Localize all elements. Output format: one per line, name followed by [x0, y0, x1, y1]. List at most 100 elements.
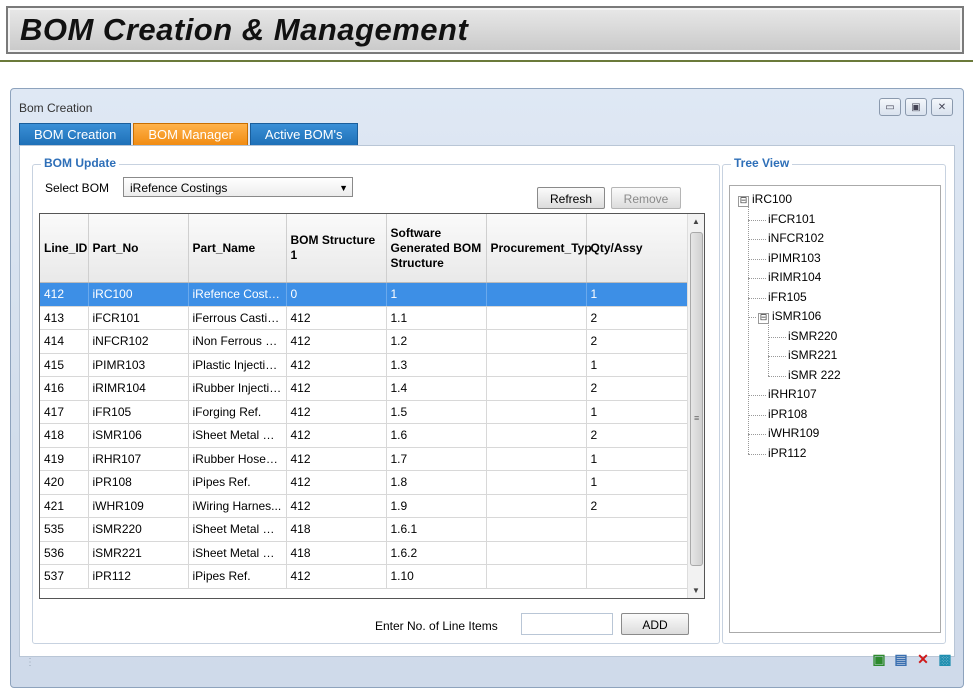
delete-icon[interactable]: ✕: [915, 651, 931, 667]
cell-software-bom[interactable]: 1.6: [386, 423, 487, 448]
cell-bom-structure[interactable]: 412: [286, 494, 387, 518]
cell-procurement[interactable]: [486, 470, 587, 495]
cell-procurement[interactable]: [486, 400, 587, 424]
table-row[interactable]: 412 iRC100 iRefence Costin... 0 1 1: [40, 282, 689, 307]
cell-qty[interactable]: 1: [586, 447, 689, 471]
table-row[interactable]: 415 iPIMR103 iPlastic Injectio... 412 1.3 1: [40, 353, 689, 377]
cell-procurement[interactable]: [486, 376, 587, 401]
table-row[interactable]: 420 iPR108 iPipes Ref. 412 1.8 1: [40, 470, 689, 495]
line-items-input[interactable]: [521, 613, 613, 635]
cell-bom-structure[interactable]: 418: [286, 541, 387, 565]
tree-node[interactable]: ⊟ iRC100: [738, 192, 792, 207]
cell-part-name[interactable]: iPipes Ref.: [188, 564, 287, 589]
remove-button[interactable]: Remove: [611, 187, 681, 209]
tree-node[interactable]: iSMR 222: [788, 368, 841, 382]
cell-part-name[interactable]: iRubber Hoses ...: [188, 447, 287, 471]
cell-part-name[interactable]: iWiring Harnes...: [188, 494, 287, 518]
cell-bom-structure[interactable]: 412: [286, 376, 387, 401]
cell-procurement[interactable]: [486, 282, 587, 307]
cell-line-id[interactable]: 535: [40, 517, 89, 542]
col-header-part-name[interactable]: Part_Name: [188, 214, 287, 283]
cell-line-id[interactable]: 413: [40, 306, 89, 330]
col-header-line-id[interactable]: Line_ID: [40, 214, 89, 283]
cell-bom-structure[interactable]: 412: [286, 306, 387, 330]
cell-part-no[interactable]: iPR108: [88, 470, 189, 495]
cell-qty[interactable]: 1: [586, 353, 689, 377]
cell-software-bom[interactable]: 1.1: [386, 306, 487, 330]
cell-qty[interactable]: 1: [586, 400, 689, 424]
cell-line-id[interactable]: 417: [40, 400, 89, 424]
cell-line-id[interactable]: 420: [40, 470, 89, 495]
cell-bom-structure[interactable]: 0: [286, 282, 387, 307]
table-row[interactable]: 413 iFCR101 iFerrous Castin... 412 1.1 2: [40, 306, 689, 330]
cell-line-id[interactable]: 536: [40, 541, 89, 565]
table-row[interactable]: 419 iRHR107 iRubber Hoses ... 412 1.7 1: [40, 447, 689, 471]
cell-line-id[interactable]: 419: [40, 447, 89, 471]
cell-line-id[interactable]: 537: [40, 564, 89, 589]
cell-procurement[interactable]: [486, 306, 587, 330]
tree-node[interactable]: iPIMR103: [768, 251, 821, 265]
cell-part-no[interactable]: iSMR221: [88, 541, 189, 565]
tree-node[interactable]: ⊟ iSMR106: [758, 309, 821, 324]
cell-software-bom[interactable]: 1.3: [386, 353, 487, 377]
cell-bom-structure[interactable]: 412: [286, 329, 387, 354]
cell-line-id[interactable]: 414: [40, 329, 89, 354]
cell-software-bom[interactable]: 1.9: [386, 494, 487, 518]
cell-part-name[interactable]: iSheet Metal Re...: [188, 541, 287, 565]
tree-node[interactable]: iFCR101: [768, 212, 815, 226]
table-row[interactable]: 417 iFR105 iForging Ref. 412 1.5 1: [40, 400, 689, 424]
table-row[interactable]: 418 iSMR106 iSheet Metal Ref. 412 1.6 2: [40, 423, 689, 448]
cell-part-name[interactable]: iRefence Costin...: [188, 282, 287, 307]
table-row[interactable]: 414 iNFCR102 iNon Ferrous C... 412 1.2 2: [40, 329, 689, 354]
cell-software-bom[interactable]: 1.4: [386, 376, 487, 401]
cell-procurement[interactable]: [486, 447, 587, 471]
cell-qty[interactable]: 2: [586, 494, 689, 518]
tree-node[interactable]: iPR112: [768, 446, 806, 460]
tree-node[interactable]: iSMR220: [788, 329, 837, 343]
cell-part-no[interactable]: iNFCR102: [88, 329, 189, 354]
cell-qty[interactable]: [586, 564, 689, 589]
cell-bom-structure[interactable]: 418: [286, 517, 387, 542]
cell-part-no[interactable]: iSMR106: [88, 423, 189, 448]
save-icon[interactable]: ▤: [893, 651, 909, 667]
lock-icon[interactable]: ▩: [937, 651, 953, 667]
close-button[interactable]: ✕: [931, 98, 953, 116]
cell-part-no[interactable]: iSMR220: [88, 517, 189, 542]
cell-part-no[interactable]: iRIMR104: [88, 376, 189, 401]
export-icon[interactable]: ▣: [871, 651, 887, 667]
cell-part-name[interactable]: iPlastic Injectio...: [188, 353, 287, 377]
minimize-button[interactable]: ▭: [879, 98, 901, 116]
cell-software-bom[interactable]: 1.6.1: [386, 517, 487, 542]
cell-qty[interactable]: 2: [586, 423, 689, 448]
cell-line-id[interactable]: 421: [40, 494, 89, 518]
cell-procurement[interactable]: [486, 517, 587, 542]
cell-procurement[interactable]: [486, 564, 587, 589]
col-header-part-no[interactable]: Part_No: [88, 214, 189, 283]
cell-software-bom[interactable]: 1.10: [386, 564, 487, 589]
table-row[interactable]: 536 iSMR221 iSheet Metal Re... 418 1.6.2: [40, 541, 689, 565]
cell-procurement[interactable]: [486, 541, 587, 565]
cell-part-no[interactable]: iFCR101: [88, 306, 189, 330]
cell-part-no[interactable]: iPR112: [88, 564, 189, 589]
cell-qty[interactable]: 1: [586, 470, 689, 495]
cell-part-name[interactable]: iPipes Ref.: [188, 470, 287, 495]
cell-bom-structure[interactable]: 412: [286, 353, 387, 377]
chevron-down-icon[interactable]: ▼: [339, 178, 348, 198]
cell-part-no[interactable]: iRC100: [88, 282, 189, 307]
cell-part-name[interactable]: iSheet Metal Re...: [188, 517, 287, 542]
cell-procurement[interactable]: [486, 329, 587, 354]
scroll-thumb[interactable]: ≡: [690, 232, 703, 566]
cell-software-bom[interactable]: 1: [386, 282, 487, 307]
col-header-bom-structure[interactable]: BOM Structure 1: [286, 214, 387, 283]
cell-procurement[interactable]: [486, 423, 587, 448]
cell-procurement[interactable]: [486, 353, 587, 377]
tab-bom-creation[interactable]: BOM Creation: [19, 123, 132, 146]
add-button[interactable]: ADD: [621, 613, 689, 635]
cell-qty[interactable]: 1: [586, 282, 689, 307]
cell-qty[interactable]: 2: [586, 306, 689, 330]
cell-qty[interactable]: [586, 541, 689, 565]
tree-node[interactable]: iWHR109: [768, 426, 819, 440]
cell-line-id[interactable]: 418: [40, 423, 89, 448]
cell-qty[interactable]: 2: [586, 376, 689, 401]
cell-qty[interactable]: 2: [586, 329, 689, 354]
